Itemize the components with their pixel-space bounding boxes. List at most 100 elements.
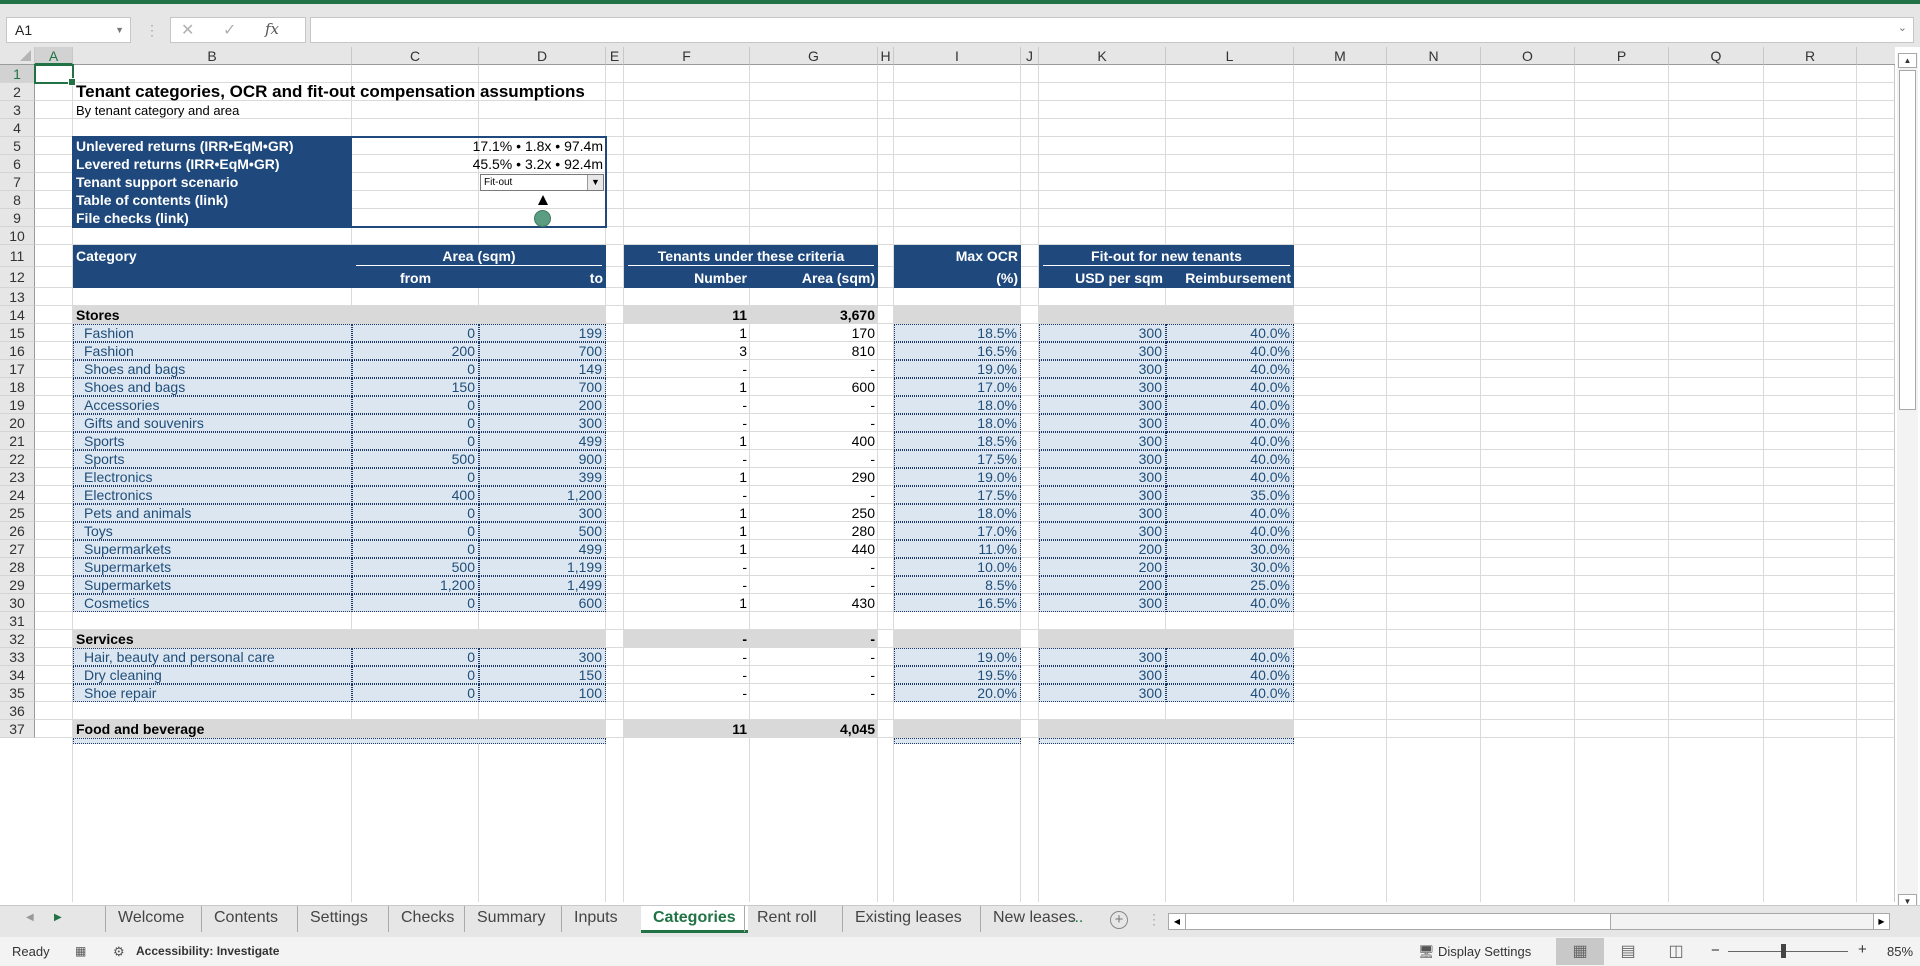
tab-splitter-icon[interactable]: ⋮ <box>1147 911 1161 928</box>
zoom-slider-thumb[interactable] <box>1781 944 1786 958</box>
formula-input[interactable]: ⌄ <box>310 17 1914 43</box>
fitout-reimbursement-input[interactable]: 40.0% <box>1166 414 1294 432</box>
chevron-down-icon[interactable]: ▼ <box>587 175 603 190</box>
max-ocr-input[interactable]: 19.5% <box>894 666 1021 684</box>
area-from-input[interactable]: 400 <box>352 486 479 504</box>
category-input[interactable]: Shoes and bags <box>73 378 352 396</box>
category-input[interactable]: Pets and animals <box>73 504 352 522</box>
expand-formula-icon[interactable]: ⌄ <box>1898 21 1907 34</box>
area-from-input[interactable]: 200 <box>352 342 479 360</box>
area-to-input[interactable]: 300 <box>479 414 606 432</box>
max-ocr-input[interactable]: 19.0% <box>894 648 1021 666</box>
area-from-input[interactable]: 500 <box>352 558 479 576</box>
row-header-8[interactable]: 8 <box>0 191 35 209</box>
fitout-input-partial[interactable] <box>1039 738 1294 744</box>
vertical-scroll-thumb[interactable] <box>1899 70 1916 410</box>
row-header-14[interactable]: 14 <box>0 306 35 324</box>
fitout-usd-input[interactable]: 300 <box>1039 360 1166 378</box>
category-input[interactable]: Accessories <box>73 396 352 414</box>
fitout-usd-input[interactable]: 300 <box>1039 666 1166 684</box>
fitout-usd-input[interactable]: 300 <box>1039 684 1166 702</box>
row-header-23[interactable]: 23 <box>0 468 35 486</box>
category-input[interactable]: Cosmetics <box>73 594 352 612</box>
fitout-reimbursement-input[interactable]: 40.0% <box>1166 522 1294 540</box>
fitout-usd-input[interactable]: 200 <box>1039 576 1166 594</box>
area-to-input[interactable]: 150 <box>479 666 606 684</box>
fitout-usd-input[interactable]: 300 <box>1039 594 1166 612</box>
area-from-input[interactable]: 0 <box>352 666 479 684</box>
area-from-input[interactable]: 0 <box>352 468 479 486</box>
sheet-tab-categories[interactable]: Categories <box>641 906 748 933</box>
row-header-15[interactable]: 15 <box>0 324 35 342</box>
max-ocr-input[interactable]: 10.0% <box>894 558 1021 576</box>
area-to-input[interactable]: 300 <box>479 504 606 522</box>
fitout-reimbursement-input[interactable]: 40.0% <box>1166 648 1294 666</box>
page-break-view-icon[interactable]: ◫ <box>1652 938 1700 965</box>
area-to-input[interactable]: 499 <box>479 432 606 450</box>
row-header-17[interactable]: 17 <box>0 360 35 378</box>
next-sheet-icon[interactable]: ▶ <box>54 912 62 923</box>
category-input[interactable]: Dry cleaning <box>73 666 352 684</box>
display-settings-button[interactable]: Display Settings <box>1438 944 1531 959</box>
category-input[interactable]: Fashion <box>73 324 352 342</box>
fitout-usd-input[interactable]: 300 <box>1039 486 1166 504</box>
column-header-i[interactable]: I <box>894 47 1021 65</box>
max-ocr-input[interactable]: 16.5% <box>894 342 1021 360</box>
row-header-9[interactable]: 9 <box>0 209 35 227</box>
fitout-usd-input[interactable]: 300 <box>1039 648 1166 666</box>
row-header-2[interactable]: 2 <box>0 83 35 101</box>
category-input[interactable]: Sports <box>73 432 352 450</box>
category-input[interactable]: Sports <box>73 450 352 468</box>
column-header-m[interactable]: M <box>1294 47 1387 65</box>
sheet-tab-inputs[interactable]: Inputs <box>561 906 630 932</box>
area-from-input[interactable]: 0 <box>352 540 479 558</box>
column-header-a[interactable]: A <box>35 47 73 65</box>
horizontal-scrollbar[interactable]: ◀ ▶ <box>1168 913 1890 930</box>
sheet-tab-rent-roll[interactable]: Rent roll <box>744 906 829 932</box>
area-from-input[interactable]: 0 <box>352 324 479 342</box>
column-header-d[interactable]: D <box>479 47 606 65</box>
fitout-usd-input[interactable]: 300 <box>1039 414 1166 432</box>
row-header-5[interactable]: 5 <box>0 137 35 155</box>
function-icon[interactable]: fx <box>265 20 279 38</box>
spreadsheet-grid[interactable]: A B C D E F G H I J K L M N O P Q R 1 2 3 4 5 6 7 8 9 10 11 12 13 14 15 1… <box>0 47 1895 902</box>
row-header-30[interactable]: 30 <box>0 594 35 612</box>
category-input[interactable]: Gifts and souvenirs <box>73 414 352 432</box>
status-circle-icon[interactable] <box>533 210 551 227</box>
area-to-input[interactable]: 1,199 <box>479 558 606 576</box>
more-tabs-button[interactable]: ... <box>1070 906 1083 930</box>
max-ocr-input[interactable]: 17.5% <box>894 486 1021 504</box>
area-from-input[interactable]: 150 <box>352 378 479 396</box>
chevron-down-icon[interactable]: ▼ <box>115 18 124 42</box>
area-from-input[interactable]: 1,200 <box>352 576 479 594</box>
sheet-tab-summary[interactable]: Summary <box>464 906 557 932</box>
max-ocr-input[interactable]: 19.0% <box>894 360 1021 378</box>
file-checks-link-label[interactable]: File checks (link) <box>73 209 352 227</box>
select-all-button[interactable] <box>0 47 35 65</box>
area-from-input[interactable]: 0 <box>352 432 479 450</box>
zoom-in-button[interactable]: + <box>1858 941 1867 958</box>
fitout-reimbursement-input[interactable]: 40.0% <box>1166 666 1294 684</box>
area-from-input[interactable]: 0 <box>352 396 479 414</box>
row-header-4[interactable]: 4 <box>0 119 35 137</box>
category-input[interactable]: Shoes and bags <box>73 360 352 378</box>
grip-icon[interactable]: ⋮ <box>145 22 159 38</box>
cancel-icon[interactable]: ✕ <box>181 20 194 40</box>
category-input[interactable]: Supermarkets <box>73 576 352 594</box>
row-header-10[interactable]: 10 <box>0 227 35 245</box>
row-header-20[interactable]: 20 <box>0 414 35 432</box>
fitout-reimbursement-input[interactable]: 40.0% <box>1166 396 1294 414</box>
row-header-34[interactable]: 34 <box>0 666 35 684</box>
fitout-usd-input[interactable]: 300 <box>1039 342 1166 360</box>
fitout-usd-input[interactable]: 200 <box>1039 558 1166 576</box>
area-from-input[interactable]: 0 <box>352 360 479 378</box>
fitout-usd-input[interactable]: 300 <box>1039 504 1166 522</box>
area-to-input[interactable]: 499 <box>479 540 606 558</box>
row-header-33[interactable]: 33 <box>0 648 35 666</box>
sheet-tab-existing-leases[interactable]: Existing leases <box>842 906 974 932</box>
fitout-reimbursement-input[interactable]: 40.0% <box>1166 450 1294 468</box>
fitout-usd-input[interactable]: 300 <box>1039 522 1166 540</box>
tenant-support-dropdown[interactable]: Fit-out ▼ <box>480 174 604 191</box>
row-header-11[interactable]: 11 <box>0 245 35 267</box>
column-header-k[interactable]: K <box>1039 47 1166 65</box>
